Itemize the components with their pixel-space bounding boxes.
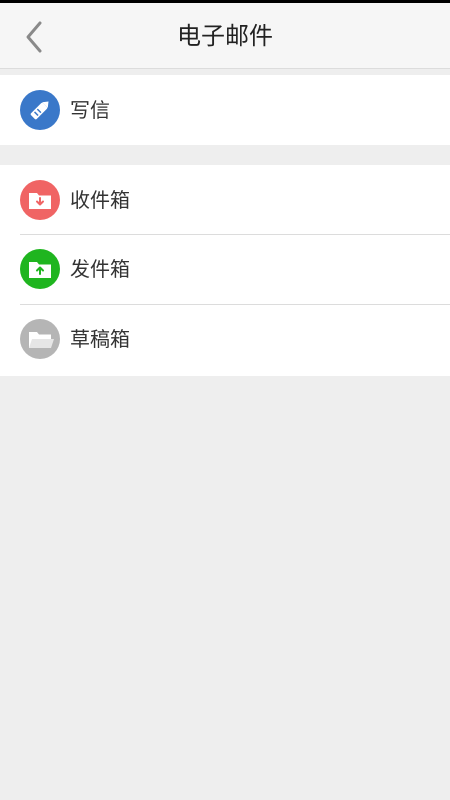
chevron-left-icon xyxy=(26,21,42,53)
compose-label: 写信 xyxy=(70,98,110,122)
app-header: 电子邮件 xyxy=(0,3,450,69)
inbox-label: 收件箱 xyxy=(70,188,130,212)
inbox-item[interactable]: 收件箱 xyxy=(0,165,450,234)
compose-item[interactable]: 写信 xyxy=(0,75,450,145)
page-title: 电子邮件 xyxy=(177,22,273,50)
folders-group: 收件箱 发件箱 草稿箱 xyxy=(0,165,450,376)
drafts-label: 草稿箱 xyxy=(70,327,130,351)
outbox-label: 发件箱 xyxy=(70,257,130,281)
drafts-item[interactable]: 草稿箱 xyxy=(0,304,450,374)
outbox-item[interactable]: 发件箱 xyxy=(0,234,450,304)
outbox-folder-icon xyxy=(20,249,60,289)
inbox-folder-icon xyxy=(20,180,60,220)
compose-group: 写信 xyxy=(0,75,450,145)
pencil-icon xyxy=(20,90,60,130)
drafts-folder-icon xyxy=(20,319,60,359)
back-button[interactable] xyxy=(18,17,54,57)
